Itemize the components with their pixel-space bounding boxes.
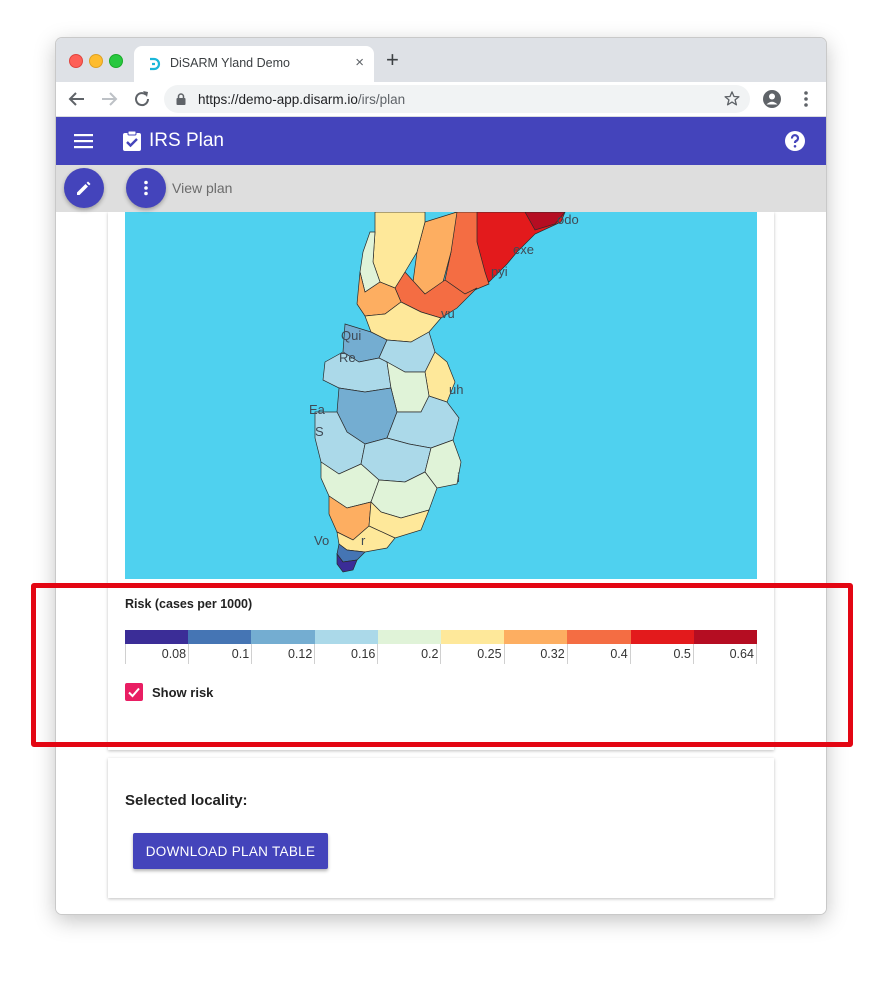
clipboard-check-icon: [123, 130, 141, 151]
plan-toolbar: View plan: [56, 165, 826, 212]
reload-icon[interactable]: [130, 87, 154, 111]
selected-locality-card: Selected locality: DOWNLOAD PLAN TABLE: [108, 758, 774, 898]
back-arrow-icon[interactable]: [65, 87, 89, 111]
edit-button[interactable]: [64, 168, 104, 208]
map-place-label: i: [457, 470, 460, 485]
selected-locality-heading: Selected locality:: [125, 792, 248, 809]
map-place-label: pyi: [491, 264, 508, 279]
forward-arrow-icon[interactable]: [97, 87, 121, 111]
edit-icon: [77, 181, 91, 195]
menu-icon[interactable]: [73, 130, 95, 152]
address-bar[interactable]: https://demo-app.disarm.io/irs/plan: [164, 85, 750, 113]
page-title: IRS Plan: [149, 130, 224, 151]
tab-strip: DiSARM Yland Demo × +: [56, 38, 826, 82]
url-path: /irs/plan: [357, 92, 406, 107]
tab-title: DiSARM Yland Demo: [170, 56, 290, 70]
browser-tab[interactable]: DiSARM Yland Demo ×: [134, 46, 374, 82]
new-tab-button[interactable]: +: [386, 49, 399, 71]
minimize-window-button[interactable]: [89, 54, 103, 68]
bookmark-star-icon[interactable]: [722, 89, 742, 109]
map-place-label: Ea: [309, 402, 325, 417]
map-place-label: odo: [557, 212, 579, 227]
view-plan-label: View plan: [172, 180, 233, 196]
browser-menu-icon[interactable]: [794, 87, 818, 111]
url-text: https://demo-app.disarm.io/irs/plan: [198, 92, 405, 107]
more-vert-icon: [144, 180, 148, 196]
map-place-label: exe: [513, 242, 534, 257]
risk-map[interactable]: odo exe pyi vu Qui Re uh Ea S i Vo r: [125, 212, 757, 579]
close-window-button[interactable]: [69, 54, 83, 68]
app-bar: IRS Plan: [56, 117, 826, 165]
help-icon[interactable]: [784, 130, 806, 152]
map-place-label: vu: [441, 306, 455, 321]
browser-toolbar: https://demo-app.disarm.io/irs/plan: [56, 82, 826, 117]
tab-close-icon[interactable]: ×: [355, 54, 364, 71]
map-regions: [314, 212, 566, 573]
map-place-label: Qui: [341, 328, 362, 343]
map-place-label: S: [315, 424, 324, 439]
map-place-label: r: [361, 533, 366, 548]
main-content: odo exe pyi vu Qui Re uh Ea S i Vo r Ris…: [56, 212, 826, 914]
lock-icon: [176, 93, 186, 105]
highlight-annotation: [31, 583, 853, 747]
map-place-label: uh: [449, 382, 464, 397]
disarm-logo-icon: [150, 57, 161, 71]
map-place-label: Re: [339, 350, 356, 365]
more-options-button[interactable]: [126, 168, 166, 208]
download-plan-table-button[interactable]: DOWNLOAD PLAN TABLE: [133, 833, 328, 869]
zoom-window-button[interactable]: [109, 54, 123, 68]
url-host: https://demo-app.disarm.io: [198, 92, 358, 107]
browser-window: DiSARM Yland Demo × + https://demo-app.d…: [56, 38, 826, 914]
account-icon[interactable]: [760, 87, 784, 111]
map-place-label: Vo: [314, 533, 330, 548]
